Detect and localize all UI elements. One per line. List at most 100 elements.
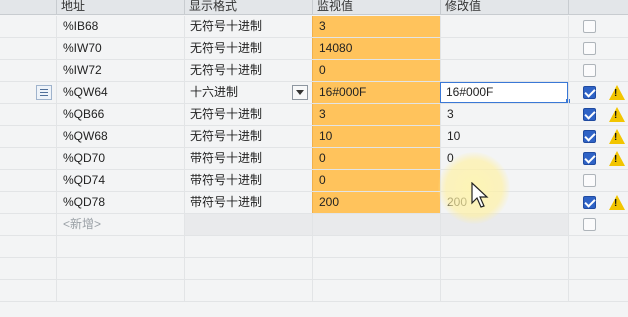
monitor-value-cell: 3	[312, 104, 440, 125]
new-row-placeholder[interactable]: <新增>	[56, 214, 184, 235]
address-cell[interactable]: %QW64	[56, 82, 184, 103]
empty-cell	[184, 280, 312, 301]
address-cell[interactable]: %QW68	[56, 126, 184, 147]
empty-cell	[568, 280, 628, 301]
modify-checkbox[interactable]	[583, 86, 596, 99]
table-row[interactable]: %QW64 十六进制 16#000F 16#000F!	[0, 82, 628, 104]
row-detail-icon[interactable]	[36, 85, 52, 100]
new-row[interactable]: <新增>	[0, 214, 628, 236]
address-cell[interactable]: %QD74	[56, 170, 184, 191]
table-header: 地址 显示格式 监视值 修改值	[0, 0, 628, 15]
empty-cell	[184, 236, 312, 257]
display-format-cell[interactable]: 带符号十进制	[184, 170, 312, 191]
display-format-cell[interactable]: 带符号十进制	[184, 192, 312, 213]
display-format-cell[interactable]: 无符号十进制	[184, 104, 312, 125]
warning-mark: !	[614, 198, 618, 209]
table-row[interactable]: %QD74 带符号十进制 0	[0, 170, 628, 192]
modify-checkbox[interactable]	[583, 130, 596, 143]
empty-cell	[568, 258, 628, 279]
header-modify-flag[interactable]	[568, 0, 628, 14]
header-display-format[interactable]: 显示格式	[184, 0, 312, 14]
warning-mark: !	[614, 154, 618, 165]
modify-checkbox[interactable]	[583, 218, 596, 231]
modify-checkbox[interactable]	[583, 64, 596, 77]
dropdown-arrow-icon[interactable]	[292, 85, 308, 100]
display-format-cell[interactable]: 带符号十进制	[184, 148, 312, 169]
modify-value-cell[interactable]: 3	[440, 104, 568, 125]
table-row[interactable]: %IW72 无符号十进制 0	[0, 60, 628, 82]
watch-table: 地址 显示格式 监视值 修改值 %IB68 无符号十进制 3 %IW70 无符号十进制 1…	[0, 0, 628, 317]
new-row-modify[interactable]	[440, 214, 568, 235]
monitor-value-cell: 16#000F	[312, 82, 440, 103]
monitor-value-cell: 0	[312, 170, 440, 191]
modify-flag-cell[interactable]	[568, 170, 628, 191]
new-row-format[interactable]	[184, 214, 312, 235]
modify-value-cell[interactable]: 0	[440, 148, 568, 169]
modify-flag-cell[interactable]: !	[568, 192, 628, 213]
empty-cell	[184, 258, 312, 279]
empty-cell	[56, 236, 184, 257]
modify-value-cell[interactable]: 200	[440, 192, 568, 213]
modify-flag-cell[interactable]	[568, 60, 628, 81]
warning-mark: !	[614, 110, 618, 121]
empty-cell	[312, 280, 440, 301]
warning-mark: !	[614, 88, 618, 99]
display-format-cell[interactable]: 无符号十进制	[184, 38, 312, 59]
modify-checkbox[interactable]	[583, 174, 596, 187]
modify-flag-cell[interactable]: !	[568, 148, 628, 169]
header-monitor-value[interactable]: 监视值	[312, 0, 440, 14]
display-format-cell[interactable]: 无符号十进制	[184, 16, 312, 37]
monitor-value-cell: 10	[312, 126, 440, 147]
address-cell[interactable]: %IW72	[56, 60, 184, 81]
modify-value-cell[interactable]: 10	[440, 126, 568, 147]
address-cell[interactable]: %QD78	[56, 192, 184, 213]
empty-cell	[440, 258, 568, 279]
monitor-value-cell: 14080	[312, 38, 440, 59]
table-row[interactable]: %QD70 带符号十进制 0 0!	[0, 148, 628, 170]
monitor-value-cell: 0	[312, 148, 440, 169]
modify-flag-cell[interactable]: !	[568, 126, 628, 147]
address-cell[interactable]: %QB66	[56, 104, 184, 125]
address-cell[interactable]: %QD70	[56, 148, 184, 169]
empty-cell	[56, 258, 184, 279]
empty-row	[0, 236, 628, 258]
header-modify-value[interactable]: 修改值	[440, 0, 568, 14]
modify-value-input[interactable]: 16#000F	[440, 82, 568, 103]
table-row[interactable]: %QD78 带符号十进制 200 200!	[0, 192, 628, 214]
empty-cell	[312, 258, 440, 279]
modify-value-cell[interactable]	[440, 38, 568, 59]
table-row[interactable]: %QW68 无符号十进制 10 10!	[0, 126, 628, 148]
header-address[interactable]: 地址	[56, 0, 184, 14]
monitor-value-cell: 3	[312, 16, 440, 37]
empty-row	[0, 258, 628, 280]
table-row[interactable]: %IW70 无符号十进制 14080	[0, 38, 628, 60]
display-format-cell[interactable]: 无符号十进制	[184, 60, 312, 81]
display-format-cell[interactable]: 无符号十进制	[184, 126, 312, 147]
modify-flag-cell[interactable]: !	[568, 104, 628, 125]
modify-checkbox[interactable]	[583, 108, 596, 121]
mouse-cursor-icon	[471, 182, 489, 208]
monitor-value-cell: 0	[312, 60, 440, 81]
modify-flag-cell[interactable]: !	[568, 82, 628, 103]
warning-mark: !	[614, 132, 618, 143]
modify-value-cell[interactable]	[440, 60, 568, 81]
modify-flag-cell[interactable]	[568, 38, 628, 59]
modify-checkbox[interactable]	[583, 152, 596, 165]
new-row-flag[interactable]	[568, 214, 628, 235]
empty-cell	[568, 236, 628, 257]
modify-checkbox[interactable]	[583, 42, 596, 55]
modify-value-cell[interactable]	[440, 170, 568, 191]
address-cell[interactable]: %IB68	[56, 16, 184, 37]
empty-row	[0, 280, 628, 302]
new-row-monitor	[312, 214, 440, 235]
modify-checkbox[interactable]	[583, 20, 596, 33]
monitor-value-cell: 200	[312, 192, 440, 213]
modify-checkbox[interactable]	[583, 196, 596, 209]
address-cell[interactable]: %IW70	[56, 38, 184, 59]
modify-value-cell[interactable]	[440, 16, 568, 37]
empty-cell	[56, 280, 184, 301]
table-row[interactable]: %IB68 无符号十进制 3	[0, 16, 628, 38]
table-row[interactable]: %QB66 无符号十进制 3 3!	[0, 104, 628, 126]
modify-flag-cell[interactable]	[568, 16, 628, 37]
empty-cell	[440, 280, 568, 301]
